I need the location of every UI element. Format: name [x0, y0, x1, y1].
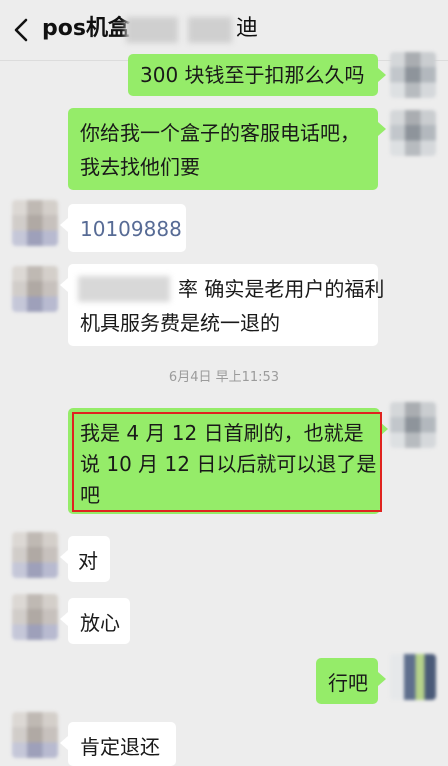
message-bubble-out[interactable]: 你给我一个盒子的客服电话吧， 我去找他们要: [68, 108, 386, 190]
avatar[interactable]: [12, 594, 58, 640]
avatar[interactable]: [390, 654, 436, 700]
avatar[interactable]: [12, 532, 58, 578]
blurred-text: [78, 276, 170, 302]
avatar[interactable]: [12, 200, 58, 246]
message-text: 对: [78, 549, 98, 573]
message-text: 吧: [80, 483, 100, 507]
chat-header: pos机盒 迪: [0, 0, 448, 61]
message-bubble-out[interactable]: 行吧: [316, 658, 386, 704]
chevron-left-icon[interactable]: [10, 17, 34, 43]
message-text: 我去找他们要: [80, 155, 200, 179]
message-bubble-in[interactable]: 放心: [60, 598, 130, 644]
timestamp: 6月4日 早上11:53: [168, 370, 280, 385]
message-text: 放心: [80, 611, 120, 635]
blurred-title-part: [188, 17, 232, 43]
message-text: 我是 4 月 12 日首刷的，也就是: [80, 421, 364, 445]
message-bubble-out[interactable]: 300 块钱至于扣那么久吗: [128, 54, 386, 96]
avatar[interactable]: [390, 402, 436, 448]
message-bubble-in[interactable]: 对: [60, 536, 110, 582]
message-text: 行吧: [328, 671, 368, 695]
avatar[interactable]: [12, 266, 58, 312]
message-bubble-in[interactable]: 率 确实是老用户的福利 机具服务费是统一退的: [60, 264, 384, 346]
avatar[interactable]: [390, 52, 436, 98]
avatar[interactable]: [390, 110, 436, 156]
message-text: 你给我一个盒子的客服电话吧，: [80, 121, 360, 145]
message-bubble-in[interactable]: 10109888: [60, 204, 186, 252]
chat-title-end: 迪: [236, 16, 259, 41]
message-text: 机具服务费是统一退的: [80, 311, 280, 335]
message-text: 300 块钱至于扣那么久吗: [140, 63, 365, 87]
chat-title: pos机盒: [42, 16, 130, 41]
message-bubble-in[interactable]: 肯定退还: [60, 722, 176, 766]
blurred-title-part: [126, 17, 178, 43]
avatar[interactable]: [12, 712, 58, 758]
message-text: 肯定退还: [80, 735, 160, 759]
message-bubble-out[interactable]: 我是 4 月 12 日首刷的，也就是 说 10 月 12 日以后就可以退了是 吧: [68, 408, 388, 514]
message-text: 说 10 月 12 日以后就可以退了是: [80, 452, 377, 476]
phone-number-link[interactable]: 10109888: [80, 212, 182, 246]
